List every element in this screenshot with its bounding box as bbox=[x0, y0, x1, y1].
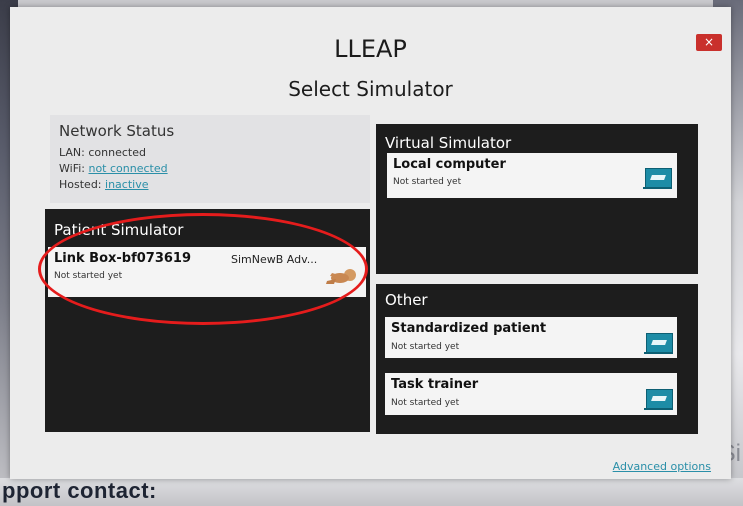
lan-status: LAN: connected bbox=[59, 146, 146, 159]
laptop-icon bbox=[645, 168, 672, 188]
simulator-name: Local computer bbox=[393, 157, 506, 172]
laptop-base bbox=[643, 187, 672, 189]
network-status-heading: Network Status bbox=[59, 122, 175, 140]
page-title: Select Simulator bbox=[288, 77, 453, 101]
network-status-panel: Network Status LAN: connected WiFi: not … bbox=[50, 115, 370, 203]
simulator-status: Not started yet bbox=[391, 398, 460, 408]
hosted-link[interactable]: inactive bbox=[105, 178, 148, 191]
laptop-icon bbox=[646, 389, 673, 409]
other-panel: Other Standardized patient Not started y… bbox=[376, 284, 698, 434]
hosted-label: Hosted: bbox=[59, 178, 102, 191]
hosted-status: Hosted: inactive bbox=[59, 178, 148, 191]
red-circle-annotation bbox=[38, 213, 368, 325]
simulator-status: Not started yet bbox=[391, 342, 460, 352]
wifi-label: WiFi: bbox=[59, 162, 85, 175]
laptop-base bbox=[644, 408, 673, 410]
lan-label: LAN: bbox=[59, 146, 85, 159]
simulator-card-task-trainer[interactable]: Task trainer Not started yet bbox=[385, 373, 677, 415]
lan-value: connected bbox=[88, 146, 146, 159]
app-title: LLEAP bbox=[334, 35, 407, 63]
laptop-icon bbox=[646, 333, 673, 353]
simulator-name: Standardized patient bbox=[391, 321, 547, 336]
simulator-card-standardized-patient[interactable]: Standardized patient Not started yet bbox=[385, 317, 677, 358]
advanced-options-link[interactable]: Advanced options bbox=[613, 460, 711, 473]
simulator-status: Not started yet bbox=[393, 177, 462, 187]
other-title: Other bbox=[385, 291, 428, 309]
laptop-base bbox=[644, 352, 673, 354]
lleap-window: × LLEAP Select Simulator Network Status … bbox=[10, 7, 731, 479]
wifi-status: WiFi: not connected bbox=[59, 162, 168, 175]
simulator-card-local-computer[interactable]: Local computer Not started yet bbox=[387, 153, 677, 198]
background-partial-text: pport contact: bbox=[2, 478, 157, 503]
virtual-simulator-title: Virtual Simulator bbox=[385, 134, 512, 152]
simulator-name: Task trainer bbox=[391, 377, 479, 392]
virtual-simulator-panel: Virtual Simulator Local computer Not sta… bbox=[376, 124, 698, 274]
wifi-link[interactable]: not connected bbox=[88, 162, 167, 175]
